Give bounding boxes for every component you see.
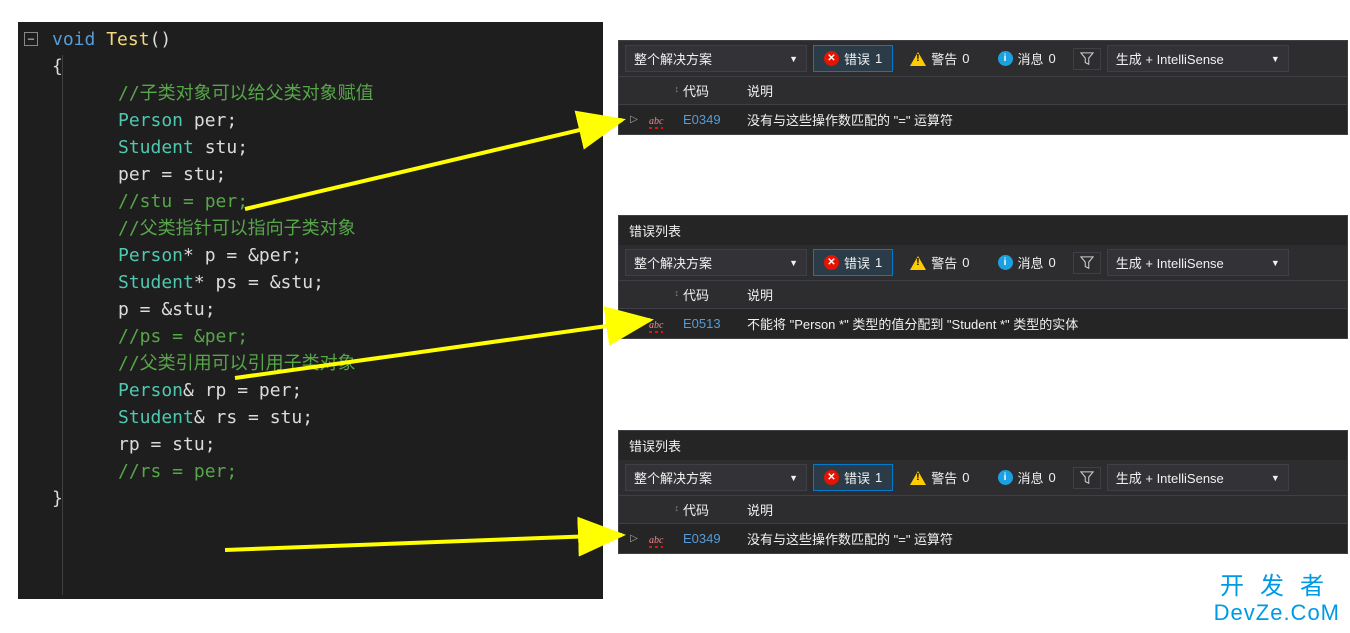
warning-icon <box>910 52 926 66</box>
filter-button[interactable] <box>1073 467 1101 489</box>
message-count-button[interactable]: i消息 0 <box>987 249 1067 276</box>
error-icon: ✕ <box>824 51 839 66</box>
error-list-panel-1: 整个解决方案▼ ✕错误 1 警告 0 i消息 0 生成 + IntelliSen… <box>618 40 1348 135</box>
error-row[interactable]: ▷ abc E0349 没有与这些操作数匹配的 "=" 运算符 <box>619 105 1347 134</box>
message-count-button[interactable]: i消息 0 <box>987 45 1067 72</box>
keyword-void: void <box>52 29 95 50</box>
chevron-down-icon: ▼ <box>789 473 798 483</box>
error-list-panel-2: 错误列表 整个解决方案▼ ✕错误 1 警告 0 i消息 0 生成 + Intel… <box>618 215 1348 339</box>
scope-dropdown[interactable]: 整个解决方案▼ <box>625 249 807 276</box>
error-count-button[interactable]: ✕错误 1 <box>813 249 893 276</box>
code-editor[interactable]: void Test() { //子类对象可以给父类对象赋值 Person per… <box>18 22 603 599</box>
scope-dropdown[interactable]: 整个解决方案▼ <box>625 464 807 491</box>
commented-line-1: //stu = per; <box>48 188 603 215</box>
expand-caret-icon[interactable]: ▷ <box>619 533 649 544</box>
warning-icon <box>910 471 926 485</box>
message-count-button[interactable]: i消息 0 <box>987 464 1067 491</box>
column-desc[interactable]: 说明 <box>739 500 1347 519</box>
brace-close: } <box>48 485 603 512</box>
panel-title: 错误列表 <box>619 216 1347 245</box>
error-table-header: ↕ 代码 说明 <box>619 281 1347 309</box>
chevron-down-icon: ▼ <box>1271 54 1280 64</box>
column-code[interactable]: 代码 <box>679 81 739 100</box>
error-icon: ✕ <box>824 255 839 270</box>
comment: //父类指针可以指向子类对象 <box>48 215 603 242</box>
expand-caret-icon[interactable]: ▷ <box>619 114 649 125</box>
warning-count-button[interactable]: 警告 0 <box>899 249 980 276</box>
sort-icon[interactable]: ↕ <box>675 84 680 94</box>
error-icon: ✕ <box>824 470 839 485</box>
comment: //父类引用可以引用子类对象 <box>48 350 603 377</box>
build-dropdown[interactable]: 生成 + IntelliSense▼ <box>1107 45 1289 72</box>
error-description: 不能将 "Person *" 类型的值分配到 "Student *" 类型的实体 <box>739 314 1347 333</box>
warning-count-button[interactable]: 警告 0 <box>899 464 980 491</box>
chevron-down-icon: ▼ <box>789 54 798 64</box>
error-code: E0513 <box>683 316 721 331</box>
abc-error-icon: abc <box>649 116 663 127</box>
filter-button[interactable] <box>1073 252 1101 274</box>
error-list-panel-3: 错误列表 整个解决方案▼ ✕错误 1 警告 0 i消息 0 生成 + Intel… <box>618 430 1348 554</box>
info-icon: i <box>998 255 1013 270</box>
scope-dropdown[interactable]: 整个解决方案▼ <box>625 45 807 72</box>
column-code[interactable]: 代码 <box>679 500 739 519</box>
info-icon: i <box>998 470 1013 485</box>
error-toolbar: 整个解决方案▼ ✕错误 1 警告 0 i消息 0 生成 + IntelliSen… <box>619 245 1347 281</box>
error-toolbar: 整个解决方案▼ ✕错误 1 警告 0 i消息 0 生成 + IntelliSen… <box>619 460 1347 496</box>
function-name: Test <box>106 29 149 50</box>
chevron-down-icon: ▼ <box>1271 258 1280 268</box>
error-description: 没有与这些操作数匹配的 "=" 运算符 <box>739 529 1347 548</box>
build-dropdown[interactable]: 生成 + IntelliSense▼ <box>1107 464 1289 491</box>
chevron-down-icon: ▼ <box>1271 473 1280 483</box>
error-row[interactable]: ▷ abc E0349 没有与这些操作数匹配的 "=" 运算符 <box>619 524 1347 553</box>
watermark: 开发者 DevZe.CoM <box>1214 574 1340 625</box>
error-count-button[interactable]: ✕错误 1 <box>813 45 893 72</box>
code-content[interactable]: void Test() { //子类对象可以给父类对象赋值 Person per… <box>48 26 603 512</box>
error-row[interactable]: abc E0513 不能将 "Person *" 类型的值分配到 "Studen… <box>619 309 1347 338</box>
column-desc[interactable]: 说明 <box>739 285 1347 304</box>
error-table-header: ↕ 代码 说明 <box>619 496 1347 524</box>
commented-line-2: //ps = &per; <box>48 323 603 350</box>
brace-open: { <box>48 53 603 80</box>
column-code[interactable]: 代码 <box>679 285 739 304</box>
warning-count-button[interactable]: 警告 0 <box>899 45 980 72</box>
abc-error-icon: abc <box>649 535 663 546</box>
build-dropdown[interactable]: 生成 + IntelliSense▼ <box>1107 249 1289 276</box>
panel-title: 错误列表 <box>619 431 1347 460</box>
error-description: 没有与这些操作数匹配的 "=" 运算符 <box>739 110 1347 129</box>
error-code: E0349 <box>683 531 721 546</box>
error-toolbar: 整个解决方案▼ ✕错误 1 警告 0 i消息 0 生成 + IntelliSen… <box>619 41 1347 77</box>
comment: //子类对象可以给父类对象赋值 <box>48 80 603 107</box>
warning-icon <box>910 256 926 270</box>
sort-icon[interactable]: ↕ <box>675 288 680 298</box>
commented-line-3: //rs = per; <box>48 458 603 485</box>
sort-icon[interactable]: ↕ <box>675 503 680 513</box>
info-icon: i <box>998 51 1013 66</box>
error-code: E0349 <box>683 112 721 127</box>
error-table-header: ↕ 代码 说明 <box>619 77 1347 105</box>
error-count-button[interactable]: ✕错误 1 <box>813 464 893 491</box>
column-desc[interactable]: 说明 <box>739 81 1347 100</box>
filter-button[interactable] <box>1073 48 1101 70</box>
collapse-toggle[interactable] <box>24 32 38 46</box>
abc-error-icon: abc <box>649 320 663 331</box>
chevron-down-icon: ▼ <box>789 258 798 268</box>
gutter <box>18 22 48 599</box>
